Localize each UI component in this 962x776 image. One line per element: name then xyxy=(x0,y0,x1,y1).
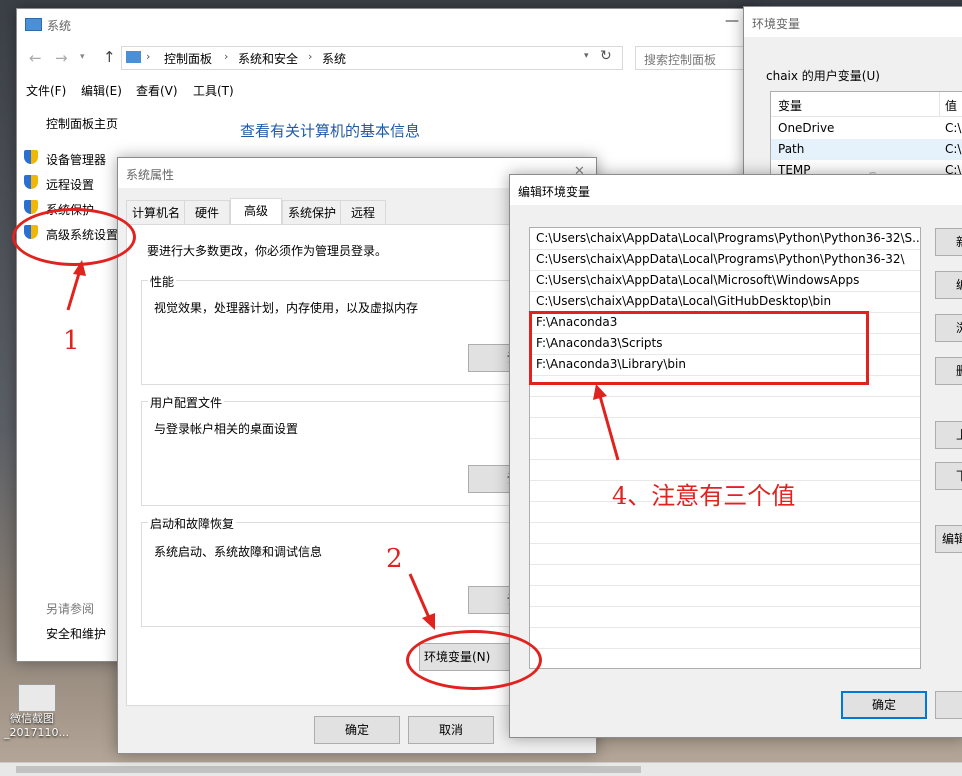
col-value-header[interactable]: 值 xyxy=(945,97,957,114)
table-row[interactable]: Path C:\ xyxy=(771,139,962,160)
security-maintenance-link[interactable]: 安全和维护 xyxy=(46,625,106,642)
tab-remote[interactable]: 远程 xyxy=(340,200,386,225)
user-profile-desc: 与登录帐户相关的桌面设置 xyxy=(154,422,299,436)
menu-edit[interactable]: 编辑(E) xyxy=(81,82,122,99)
move-up-button[interactable]: 上 xyxy=(935,421,962,449)
annotation-step-4: 4、注意有三个值 xyxy=(612,482,796,510)
system-title-bar[interactable]: 系统 — xyxy=(17,9,757,39)
desktop-icon-label-2: _2017110... xyxy=(4,726,69,739)
edit-env-dialog: 编辑环境变量 C:\Users\chaix\AppData\Local\Prog… xyxy=(509,174,962,738)
tab-hardware[interactable]: 硬件 xyxy=(184,200,230,225)
minimize-button[interactable]: — xyxy=(725,13,739,29)
system-window-title: 系统 xyxy=(47,19,72,33)
edit-env-cancel-button[interactable] xyxy=(935,691,962,719)
empty-row xyxy=(530,606,920,628)
control-panel-icon xyxy=(126,51,141,63)
annotation-arrow-1 xyxy=(66,260,86,311)
sidebar-link-device-manager[interactable]: 设备管理器 xyxy=(46,151,106,168)
forward-arrow-icon[interactable]: → xyxy=(55,49,68,67)
new-button[interactable]: 新 xyxy=(935,228,962,256)
dropdown-icon[interactable]: ▾ xyxy=(584,51,589,61)
sidebar-home-link[interactable]: 控制面板主页 xyxy=(46,115,118,132)
env-vars-title-bar[interactable]: 环境变量 xyxy=(744,7,962,37)
shield-icon xyxy=(24,200,38,214)
var-value: C:\ xyxy=(945,142,962,156)
edit-env-ok-button[interactable]: 确定 xyxy=(841,691,927,719)
empty-row xyxy=(530,564,920,586)
browse-button[interactable]: 浏 xyxy=(935,314,962,342)
env-vars-dialog: 环境变量 chaix 的用户变量(U) 变量 值 OneDrive C:\ Pa… xyxy=(743,6,962,197)
nav-bar: ← → ▾ ↑ › 控制面板 › 系统和安全 › 系统 ▾ ↻ 搜索控制面板 xyxy=(17,43,757,73)
user-profile-label: 用户配置文件 xyxy=(148,394,225,411)
address-bar[interactable]: › 控制面板 › 系统和安全 › 系统 ▾ ↻ xyxy=(121,46,623,70)
shield-icon xyxy=(24,175,38,189)
scrollbar-thumb[interactable] xyxy=(16,766,641,773)
empty-row xyxy=(530,522,920,544)
computer-icon xyxy=(25,18,42,31)
desktop-icon[interactable] xyxy=(18,684,56,712)
tab-system-protection[interactable]: 系统保护 xyxy=(282,200,342,225)
sidebar-link-remote-settings[interactable]: 远程设置 xyxy=(46,176,94,193)
menu-view[interactable]: 查看(V) xyxy=(136,82,178,99)
env-vars-title: 环境变量 xyxy=(752,17,801,31)
list-item[interactable]: C:\Users\chaix\AppData\Local\Programs\Py… xyxy=(530,249,920,271)
startup-recovery-desc: 系统启动、系统故障和调试信息 xyxy=(154,545,323,559)
chevron-down-icon[interactable]: ▾ xyxy=(80,52,85,62)
see-also-label: 另请参阅 xyxy=(46,602,95,616)
startup-recovery-label: 启动和故障恢复 xyxy=(148,515,237,532)
list-item[interactable]: C:\Users\chaix\AppData\Local\Programs\Py… xyxy=(530,228,920,250)
horizontal-scrollbar[interactable] xyxy=(0,762,962,776)
empty-row xyxy=(530,648,920,668)
menu-bar: 文件(F) 编辑(E) 查看(V) 工具(T) xyxy=(17,79,757,101)
performance-label: 性能 xyxy=(148,273,177,290)
breadcrumb-system-security[interactable]: 系统和安全 xyxy=(238,50,298,67)
admin-note: 要进行大多数更改，你必须作为管理员登录。 xyxy=(147,244,388,258)
edit-env-title: 编辑环境变量 xyxy=(518,185,591,199)
menu-file[interactable]: 文件(F) xyxy=(26,82,66,99)
var-name: OneDrive xyxy=(778,121,835,135)
col-variable-header[interactable]: 变量 xyxy=(778,97,802,114)
table-row[interactable]: OneDrive C:\ xyxy=(771,118,962,139)
tab-advanced[interactable]: 高级 xyxy=(230,198,282,225)
up-arrow-icon[interactable]: ↑ xyxy=(103,48,116,66)
shield-icon xyxy=(24,150,38,164)
search-placeholder: 搜索控制面板 xyxy=(644,53,717,67)
annotation-step-1: 1 xyxy=(63,326,80,356)
annotation-rect-anaconda xyxy=(529,311,869,385)
breadcrumb-control-panel[interactable]: 控制面板 xyxy=(164,50,212,67)
ok-button[interactable]: 确定 xyxy=(314,716,400,744)
desktop-icon-label: 微信截图 xyxy=(10,712,54,725)
refresh-icon[interactable]: ↻ xyxy=(600,48,612,64)
list-item[interactable]: C:\Users\chaix\AppData\Local\GitHubDeskt… xyxy=(530,291,920,313)
annotation-arrow-2 xyxy=(408,573,435,630)
edit-button[interactable]: 编 xyxy=(935,271,962,299)
annotation-arrow-4 xyxy=(593,384,620,461)
empty-row xyxy=(530,627,920,649)
delete-button[interactable]: 删 xyxy=(935,357,962,385)
sys-props-title: 系统属性 xyxy=(126,168,175,182)
performance-desc: 视觉效果，处理器计划，内存使用，以及虚拟内存 xyxy=(154,301,419,315)
page-title: 查看有关计算机的基本信息 xyxy=(240,122,421,140)
edit-env-title-bar[interactable]: 编辑环境变量 xyxy=(510,175,962,205)
desktop-strip xyxy=(0,0,16,660)
annotation-step-2: 2 xyxy=(386,544,403,574)
annotation-ellipse-env-button xyxy=(406,630,542,690)
cancel-button[interactable]: 取消 xyxy=(408,716,494,744)
move-down-button[interactable]: 下 xyxy=(935,462,962,490)
tab-computer-name[interactable]: 计算机名 xyxy=(126,200,186,225)
var-name: Path xyxy=(778,142,805,156)
user-vars-label: chaix 的用户变量(U) xyxy=(766,69,880,83)
empty-row xyxy=(530,543,920,565)
back-arrow-icon[interactable]: ← xyxy=(29,49,42,67)
list-item[interactable]: C:\Users\chaix\AppData\Local\Microsoft\W… xyxy=(530,270,920,292)
edit-text-button[interactable]: 编辑 xyxy=(935,525,962,553)
breadcrumb-system[interactable]: 系统 xyxy=(322,50,346,67)
menu-tools[interactable]: 工具(T) xyxy=(193,82,234,99)
empty-row xyxy=(530,585,920,607)
var-value: C:\ xyxy=(945,121,962,135)
search-input[interactable]: 搜索控制面板 xyxy=(635,46,757,70)
